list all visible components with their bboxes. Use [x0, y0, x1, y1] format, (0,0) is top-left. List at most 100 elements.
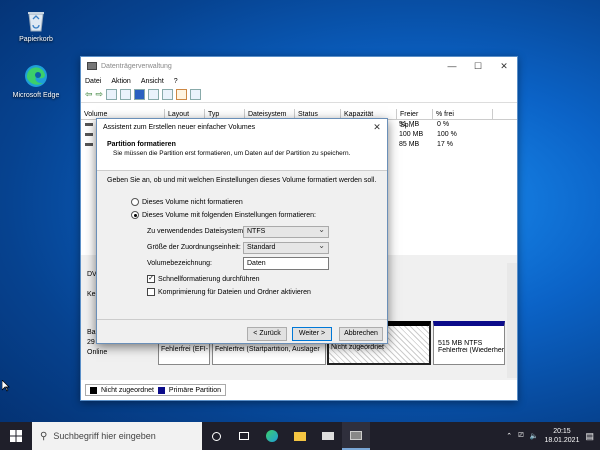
free-space-cell: 100 MB [399, 131, 424, 138]
menu-help[interactable]: ? [174, 78, 178, 85]
window-title: Datenträgerverwaltung [101, 62, 172, 70]
wizard-intro: Geben Sie an, ob und mit welchen Einstel… [107, 177, 377, 184]
clock-time: 20:15 [553, 428, 571, 435]
window-titlebar[interactable]: Datenträgerverwaltung — ☐ ✕ [81, 57, 517, 75]
disk-label-ba: Ba [87, 329, 96, 336]
desktop-icon-recycle-bin[interactable]: Papierkorb [10, 6, 62, 43]
percent-free-cell: 17 % [437, 141, 453, 148]
edge-icon [22, 62, 50, 90]
help-icon[interactable] [134, 89, 146, 100]
file-explorer-icon[interactable] [286, 422, 314, 450]
mouse-cursor-icon [1, 379, 10, 394]
checkbox-label: Schnellformatierung durchführen [158, 275, 260, 283]
legend: Nicht zugeordnet Primäre Partition [85, 384, 227, 396]
notifications-icon[interactable]: ▤ [585, 431, 594, 442]
volume-label-input[interactable]: Daten [243, 257, 329, 270]
console-tree-icon[interactable] [106, 89, 118, 100]
desktop-icon-label: Microsoft Edge [12, 92, 60, 99]
menu-bar: Datei Aktion Ansicht ? [81, 75, 517, 87]
mail-icon[interactable] [314, 422, 342, 450]
partition-size: 515 MB NTFS [438, 340, 483, 347]
legend-swatch-primary [157, 386, 165, 394]
clock-date: 18.01.2021 [544, 437, 580, 444]
wizard-header: Partition formatieren Sie müssen die Par… [97, 135, 387, 171]
back-arrow-icon[interactable]: ⇦ [85, 89, 93, 100]
start-button[interactable] [0, 422, 32, 450]
new-volume-wizard-dialog: Assistent zum Erstellen neuer einfacher … [96, 118, 388, 344]
wizard-heading: Partition formatieren [107, 141, 176, 148]
volume-icon[interactable]: 🔈 [530, 432, 539, 440]
drive-icon [85, 133, 93, 136]
close-button[interactable]: ✕ [491, 57, 517, 75]
column-header[interactable]: Freier Sp... [397, 109, 433, 129]
maximize-button[interactable]: ☐ [465, 57, 491, 75]
minimize-button[interactable]: — [439, 57, 465, 75]
partition-recovery[interactable]: 515 MB NTFS Fehlerfrei (Wiederher [433, 321, 505, 365]
taskbar: ⚲ Suchbegriff hier eingeben ⌃ ⎚ 🔈 20:15 … [0, 422, 600, 450]
checkbox-checked[interactable]: ✓ [147, 275, 155, 283]
volume-label-label: Volumebezeichnung: [147, 260, 212, 267]
taskbar-search-box[interactable]: ⚲ Suchbegriff hier eingeben [32, 422, 202, 450]
dialog-titlebar[interactable]: Assistent zum Erstellen neuer einfacher … [97, 119, 387, 135]
radio-circle-selected[interactable] [131, 211, 139, 219]
layout-icon[interactable] [190, 89, 202, 100]
allocation-unit-select[interactable]: Standard [243, 241, 329, 254]
filesystem-label: Zu verwendendes Dateisystem: [147, 228, 246, 235]
legend-label: Nicht zugeordnet [101, 386, 154, 394]
menu-file[interactable]: Datei [85, 78, 101, 85]
wizard-subheading: Sie müssen die Partition erst formatiere… [113, 150, 351, 157]
disk-label-size: 29 [87, 339, 95, 346]
edge-taskbar-icon[interactable] [258, 422, 286, 450]
network-icon[interactable]: ⎚ [518, 432, 524, 440]
cancel-button[interactable]: Abbrechen [339, 327, 383, 341]
drive-icon [85, 143, 93, 146]
partition-status: Fehlerfrei (Startpartition, Auslager [215, 346, 320, 353]
properties-icon[interactable] [120, 89, 132, 100]
disk-management-taskbar-icon[interactable] [342, 422, 370, 450]
legend-swatch-unallocated [90, 386, 97, 394]
cortana-icon[interactable] [202, 422, 230, 450]
recycle-bin-icon [22, 6, 50, 34]
system-tray: ⌃ ⎚ 🔈 20:15 18.01.2021 ▤ [506, 427, 600, 445]
compression-checkbox[interactable]: Komprimierung für Dateien und Ordner akt… [147, 288, 311, 296]
quick-format-checkbox[interactable]: ✓ Schnellformatierung durchführen [147, 275, 260, 283]
checkbox-label: Komprimierung für Dateien und Ordner akt… [158, 288, 311, 296]
chevron-up-icon[interactable]: ⌃ [506, 432, 512, 440]
percent-free-cell: 100 % [437, 131, 457, 138]
desktop-icon-edge[interactable]: Microsoft Edge [10, 62, 62, 99]
partition-status: Fehlerfrei (Wiederher [438, 347, 504, 354]
column-header[interactable]: % frei [433, 109, 493, 119]
allocation-label: Größe der Zuordnungseinheit: [147, 244, 241, 251]
percent-free-cell: 0 % [437, 121, 450, 128]
free-space-cell: 51 MB [399, 121, 420, 128]
disk-label-ke: Ke [87, 291, 96, 298]
back-button[interactable]: < Zurück [247, 327, 287, 341]
toolbar: ⇦ ⇨ [81, 87, 517, 103]
check-icon[interactable] [176, 89, 188, 100]
connect-icon[interactable] [162, 89, 174, 100]
filesystem-select[interactable]: NTFS [243, 225, 329, 238]
menu-view[interactable]: Ansicht [141, 78, 164, 85]
wizard-body: Geben Sie an, ob und mit welchen Einstel… [97, 171, 387, 319]
radio-circle[interactable] [131, 198, 139, 206]
radio-label: Dieses Volume nicht formatieren [142, 198, 243, 206]
legend-label: Primäre Partition [168, 386, 222, 394]
desktop-icon-label: Papierkorb [19, 36, 53, 43]
clock[interactable]: 20:15 18.01.2021 [544, 427, 579, 445]
list-view-icon[interactable] [148, 89, 160, 100]
checkbox-unchecked[interactable] [147, 288, 155, 296]
disk-status: Online [87, 349, 108, 356]
forward-arrow-icon[interactable]: ⇨ [96, 89, 104, 100]
radio-format[interactable]: Dieses Volume mit folgenden Einstellunge… [131, 211, 316, 219]
dialog-close-button[interactable]: ✕ [367, 119, 387, 135]
partition-status: Fehlerfrei (EFI- [161, 346, 209, 353]
free-space-cell: 85 MB [399, 141, 420, 148]
wizard-footer-divider [97, 319, 387, 320]
vertical-scrollbar[interactable] [507, 263, 517, 378]
radio-no-format[interactable]: Dieses Volume nicht formatieren [131, 198, 243, 206]
task-view-icon[interactable] [230, 422, 258, 450]
next-button[interactable]: Weiter > [292, 327, 332, 341]
search-icon: ⚲ [40, 430, 48, 442]
radio-label: Dieses Volume mit folgenden Einstellunge… [142, 211, 316, 219]
menu-action[interactable]: Aktion [111, 78, 130, 85]
